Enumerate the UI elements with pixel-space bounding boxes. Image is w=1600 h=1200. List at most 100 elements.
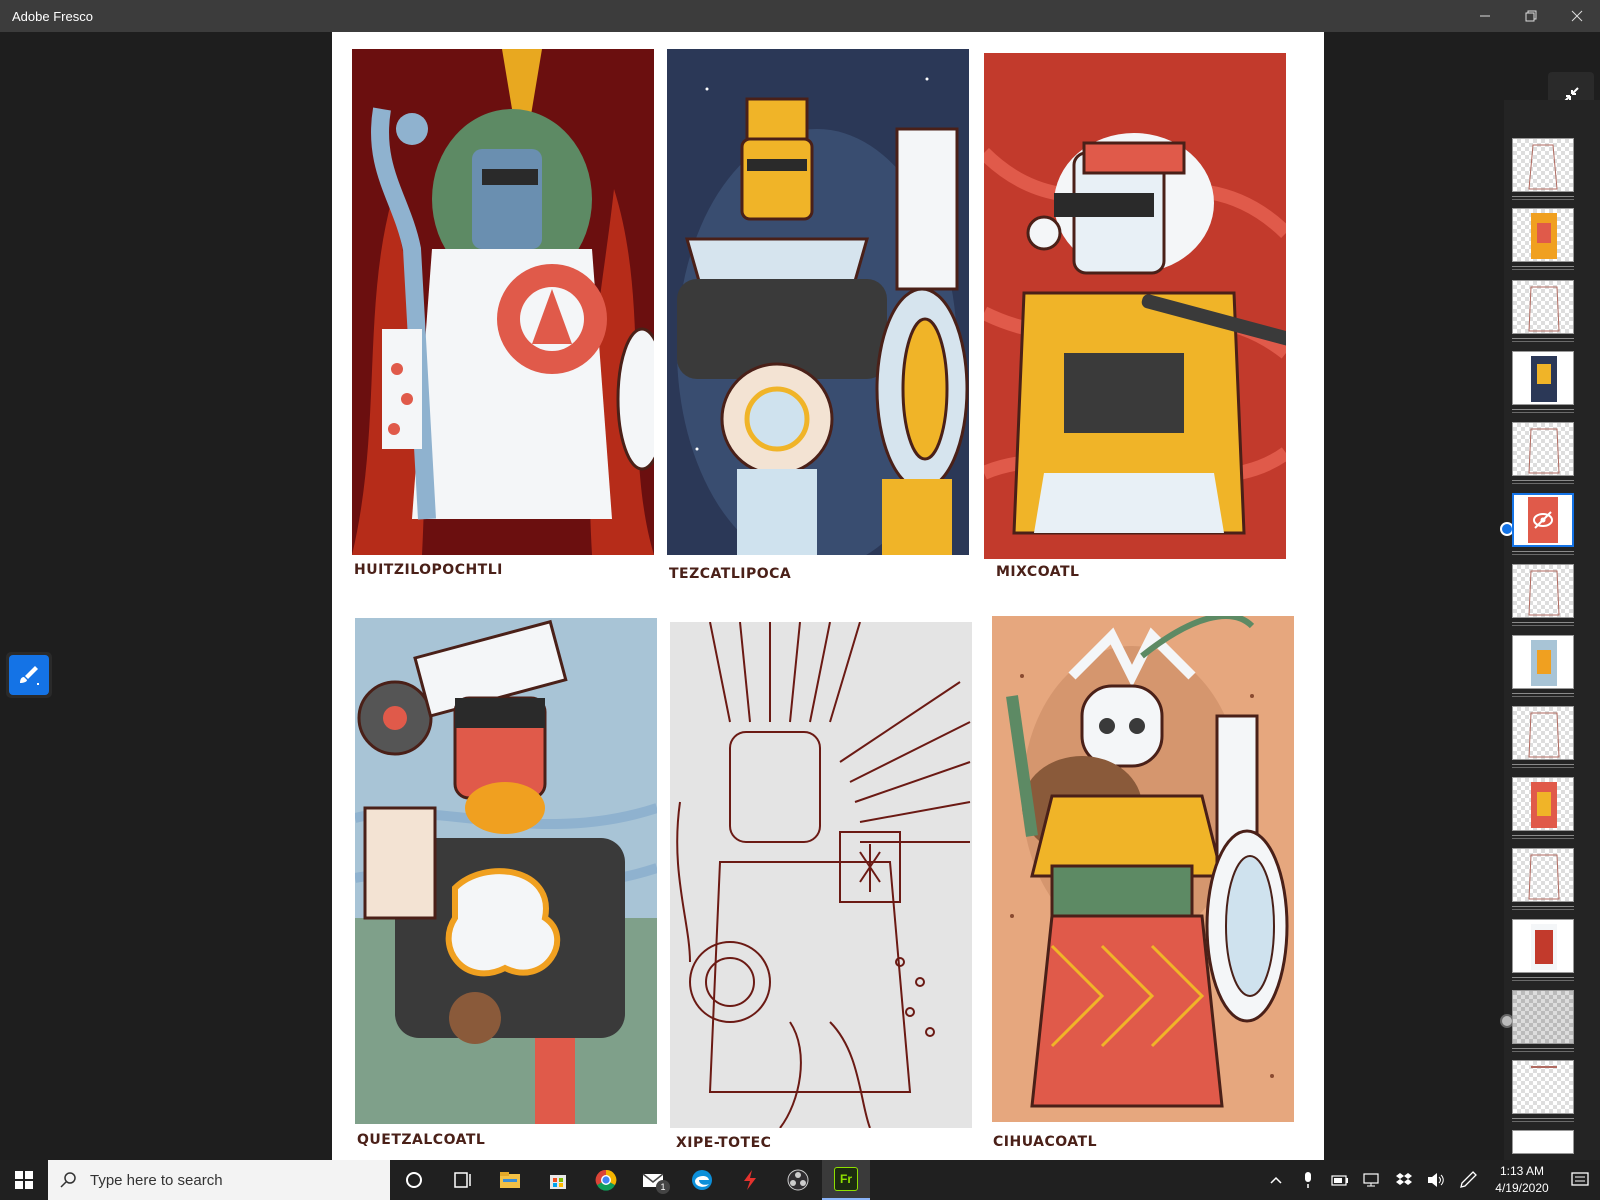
restore-button[interactable] [1508,0,1554,32]
microphone-button[interactable] [1292,1160,1324,1200]
brush-icon [20,666,39,685]
store-button[interactable] [534,1160,582,1200]
obs-button[interactable] [774,1160,822,1200]
taskbar-clock[interactable]: 1:13 AM 4/19/2020 [1484,1163,1560,1197]
title-bar: Adobe Fresco [0,0,1600,32]
panel-label: CIHUACOATL [993,1134,1097,1150]
action-center-button[interactable] [1560,1160,1600,1200]
layer-thumbnail[interactable] [1512,208,1574,262]
layer-thumbnail[interactable] [1512,706,1574,760]
panel-tezcatlipoca [667,49,969,555]
show-hidden-icons-button[interactable] [1260,1160,1292,1200]
restore-icon [1525,10,1537,22]
network-icon [1363,1173,1379,1187]
layer-thumbnail[interactable] [1512,777,1574,831]
tezcatlipoca-illustration [677,77,969,555]
network-button[interactable] [1356,1160,1388,1200]
panel-xipe-totec [670,622,972,1128]
file-explorer-button[interactable] [486,1160,534,1200]
volume-icon [1428,1173,1444,1187]
quetzalcoatl-illustration [355,619,657,1124]
layer-stack-indicator [1512,409,1574,413]
close-button[interactable] [1554,0,1600,32]
search-placeholder: Type here to search [90,1171,223,1189]
pen-icon [1460,1171,1477,1188]
battery-icon [1331,1175,1348,1186]
minimize-icon [1480,15,1490,17]
layer-stack-indicator [1512,835,1574,839]
panel-label: QUETZALCOATL [357,1132,486,1148]
panel-label: MIXCOATL [996,564,1080,580]
dropbox-button[interactable] [1388,1160,1420,1200]
chrome-icon [595,1169,617,1191]
layer-thumbnail[interactable] [1512,635,1574,689]
panel-cihuacoatl [992,616,1294,1122]
layer-stack-indicator [1512,480,1574,484]
chevron-up-icon [1270,1176,1282,1184]
layer-thumbnail[interactable] [1512,351,1574,405]
mail-badge: 1 [656,1180,670,1194]
layer-thumbnail[interactable] [1512,138,1574,192]
clock-date: 4/19/2020 [1495,1181,1549,1195]
cortana-button[interactable] [390,1160,438,1200]
panel-label: XIPE-TOTEC [676,1135,772,1151]
clock-time: 1:13 AM [1499,1164,1545,1178]
brush-tool-button[interactable] [6,652,52,698]
minimize-button[interactable] [1462,0,1508,32]
layer-thumbnail[interactable] [1512,280,1574,334]
layer-thumbnail[interactable] [1512,848,1574,902]
file-explorer-icon [500,1172,520,1188]
layer-stack-indicator [1512,906,1574,910]
start-button[interactable] [0,1160,48,1200]
layer-stack-indicator [1512,266,1574,270]
layer-stack-indicator [1512,764,1574,768]
mixcoatl-illustration [984,133,1286,535]
layer-stack-indicator [1512,338,1574,342]
obs-icon [787,1169,809,1191]
layers-panel [1500,100,1600,1160]
edge-icon [692,1170,712,1190]
notification-icon [1571,1172,1589,1186]
panel-mixcoatl [984,53,1286,559]
layer-thumbnail[interactable] [1512,1130,1574,1154]
dropbox-icon [1396,1173,1412,1185]
search-icon [60,1172,76,1188]
panel-label: TEZCATLIPOCA [669,566,792,582]
layer-stack-indicator [1512,622,1574,626]
layer-thumbnail[interactable] [1512,990,1574,1044]
layer-stack-indicator [1512,1048,1574,1052]
windows-icon [15,1171,33,1189]
red-app-button[interactable] [726,1160,774,1200]
layer-thumbnail[interactable] [1512,564,1574,618]
pen-workspace-button[interactable] [1452,1160,1484,1200]
task-view-icon [454,1172,471,1188]
battery-button[interactable] [1324,1160,1356,1200]
layer-stack-indicator [1512,196,1574,200]
window-title: Adobe Fresco [12,8,93,24]
layer-thumbnail[interactable] [1512,422,1574,476]
fresco-app-label: Fr [840,1172,852,1186]
mail-button[interactable]: 1 [630,1160,678,1200]
taskbar-search-box[interactable]: Type here to search [48,1160,390,1200]
edge-button[interactable] [678,1160,726,1200]
artboard-canvas[interactable]: HUITZILOPOCHTLI TEZCATLIPOCA MIXCOATL QU… [332,32,1324,1160]
chrome-button[interactable] [582,1160,630,1200]
fresco-taskbar-button[interactable]: Fr [822,1160,870,1200]
volume-button[interactable] [1420,1160,1452,1200]
system-tray: 1:13 AM 4/19/2020 [1260,1160,1600,1200]
xipe-totec-illustration [676,622,971,1128]
workspace[interactable]: HUITZILOPOCHTLI TEZCATLIPOCA MIXCOATL QU… [0,32,1600,1160]
layer-thumbnail-selected[interactable] [1512,493,1574,547]
panel-huitzilopochtli [352,49,654,555]
layer-thumbnail[interactable] [1512,1060,1574,1114]
layer-thumbnail[interactable] [1512,919,1574,973]
task-view-button[interactable] [438,1160,486,1200]
layer-stack-indicator [1512,551,1574,555]
layer-stack-indicator [1512,977,1574,981]
cihuacoatl-illustration [1006,616,1289,1108]
huitzilopochtli-illustration [352,49,654,555]
microphone-icon [1305,1172,1311,1188]
panel-label: HUITZILOPOCHTLI [354,562,503,578]
panel-quetzalcoatl [355,618,657,1124]
store-icon [550,1175,566,1189]
